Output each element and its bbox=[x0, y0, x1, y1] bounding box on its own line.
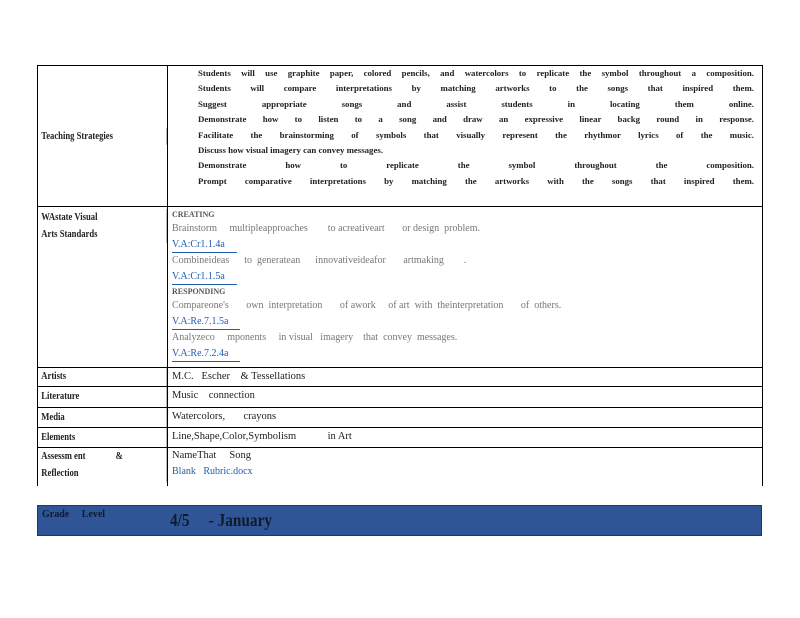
strategy-item: Demonstrate how to replicate the symbol … bbox=[184, 158, 758, 173]
standard-text: Brainstorm multipleapproaches to acreati… bbox=[172, 223, 480, 234]
checkbox-bullet-icon bbox=[184, 97, 198, 112]
grade-level-bar: Grade Level 4/5 - January bbox=[37, 505, 762, 536]
creating-heading: CREATING bbox=[172, 210, 215, 219]
checkbox-bullet-icon bbox=[184, 143, 198, 158]
lesson-plan-table: Teaching Strategies Students will use gr… bbox=[37, 65, 763, 486]
standards-label-cell: WAstate Visual Arts Standards bbox=[38, 207, 168, 367]
standards-label-line1: WAstate Visual bbox=[38, 209, 167, 226]
strategy-text: Prompt comparative interpretations by ma… bbox=[198, 175, 754, 186]
checkbox-bullet-icon bbox=[184, 174, 198, 189]
checkbox-bullet-icon bbox=[184, 128, 198, 143]
strategy-item: Suggest appropriate songs and assist stu… bbox=[184, 97, 758, 112]
elements-label-cell: Elements bbox=[38, 428, 168, 447]
assessment-label-cell: Assessm ent & Reflection bbox=[38, 448, 168, 486]
artists-label: Artists bbox=[38, 368, 167, 386]
strategy-text: Facilitate the brainstorming of symbols … bbox=[198, 129, 754, 140]
strategy-text: Discuss how visual imagery can convey me… bbox=[198, 145, 383, 156]
checkbox-bullet-icon bbox=[184, 81, 198, 96]
standard-link[interactable]: V.A:Cr1.1.5a bbox=[172, 269, 758, 285]
literature-value: Music connection bbox=[168, 387, 763, 407]
artists-value: M.C. Escher & Tessellations bbox=[168, 368, 763, 386]
assessment-value: NameThat Song bbox=[172, 450, 252, 461]
literature-label: Literature bbox=[38, 387, 167, 407]
checkbox-bullet-icon bbox=[184, 158, 198, 173]
standards-content: CREATING Brainstorm multipleapproaches t… bbox=[168, 207, 763, 367]
strategy-item: Facilitate the brainstorming of symbols … bbox=[184, 128, 758, 143]
elements-row: Elements Line,Shape,Color,Symbolism in A… bbox=[38, 428, 763, 448]
standard-link[interactable]: V.A:Re.7.1.5a bbox=[172, 314, 758, 330]
standard-link[interactable]: V.A:Re.7.2.4a bbox=[172, 346, 758, 362]
strategy-item: Students will use graphite paper, colore… bbox=[184, 66, 758, 81]
standards-row: WAstate Visual Arts Standards CREATING B… bbox=[38, 207, 763, 368]
elements-value: Line,Shape,Color,Symbolism in Art bbox=[168, 428, 763, 447]
checkbox-bullet-icon bbox=[184, 66, 198, 81]
literature-row: Literature Music connection bbox=[38, 387, 763, 408]
assessment-content: NameThat Song Blank Rubric.docx bbox=[168, 448, 763, 486]
teaching-strategies-label-cell: Teaching Strategies bbox=[38, 66, 168, 206]
grade-level-value: 4/5 - January bbox=[170, 510, 273, 530]
artists-row: Artists M.C. Escher & Tessellations bbox=[38, 368, 763, 387]
checkbox-bullet-icon bbox=[184, 112, 198, 127]
standard-text: Combineideas to generatean innovativeide… bbox=[172, 255, 467, 266]
strategy-text: Demonstrate how to replicate the symbol … bbox=[198, 160, 754, 171]
media-row: Media Watercolors, crayons bbox=[38, 408, 763, 428]
standard-link[interactable]: V.A:Cr1.1.4a bbox=[172, 237, 758, 253]
strategy-item: Prompt comparative interpretations by ma… bbox=[184, 174, 758, 189]
rubric-link[interactable]: Blank Rubric.docx bbox=[172, 464, 758, 479]
teaching-strategies-row: Teaching Strategies Students will use gr… bbox=[38, 66, 763, 207]
teaching-strategies-label: Teaching Strategies bbox=[38, 127, 167, 145]
standard-text: Compareone's own interpretation of awork… bbox=[172, 300, 562, 311]
standards-label-line2: Arts Standards bbox=[38, 226, 167, 243]
standard-text: Analyzeco mponents in visual imagery tha… bbox=[172, 332, 458, 343]
media-value: Watercolors, crayons bbox=[168, 408, 763, 427]
media-label: Media bbox=[38, 408, 167, 427]
responding-heading: RESPONDING bbox=[172, 287, 226, 296]
media-label-cell: Media bbox=[38, 408, 168, 427]
teaching-strategies-list: Students will use graphite paper, colore… bbox=[168, 66, 763, 206]
strategy-item: Discuss how visual imagery can convey me… bbox=[184, 143, 758, 158]
assessment-label-line1: Assessm ent & bbox=[38, 448, 167, 465]
strategy-text: Students will use graphite paper, colore… bbox=[198, 68, 754, 78]
strategy-text: Demonstrate how to listen to a song and … bbox=[198, 114, 754, 125]
strategy-text: Suggest appropriate songs and assist stu… bbox=[198, 98, 754, 109]
assessment-label-line2: Reflection bbox=[38, 465, 167, 482]
strategy-text: Students will compare interpretations by… bbox=[198, 83, 754, 94]
strategy-item: Demonstrate how to listen to a song and … bbox=[184, 112, 758, 127]
grade-level-label: Grade Level bbox=[42, 509, 106, 520]
elements-label: Elements bbox=[38, 428, 167, 447]
literature-label-cell: Literature bbox=[38, 387, 168, 407]
strategy-item: Students will compare interpretations by… bbox=[184, 81, 758, 96]
artists-label-cell: Artists bbox=[38, 368, 168, 386]
assessment-row: Assessm ent & Reflection NameThat Song B… bbox=[38, 448, 763, 486]
